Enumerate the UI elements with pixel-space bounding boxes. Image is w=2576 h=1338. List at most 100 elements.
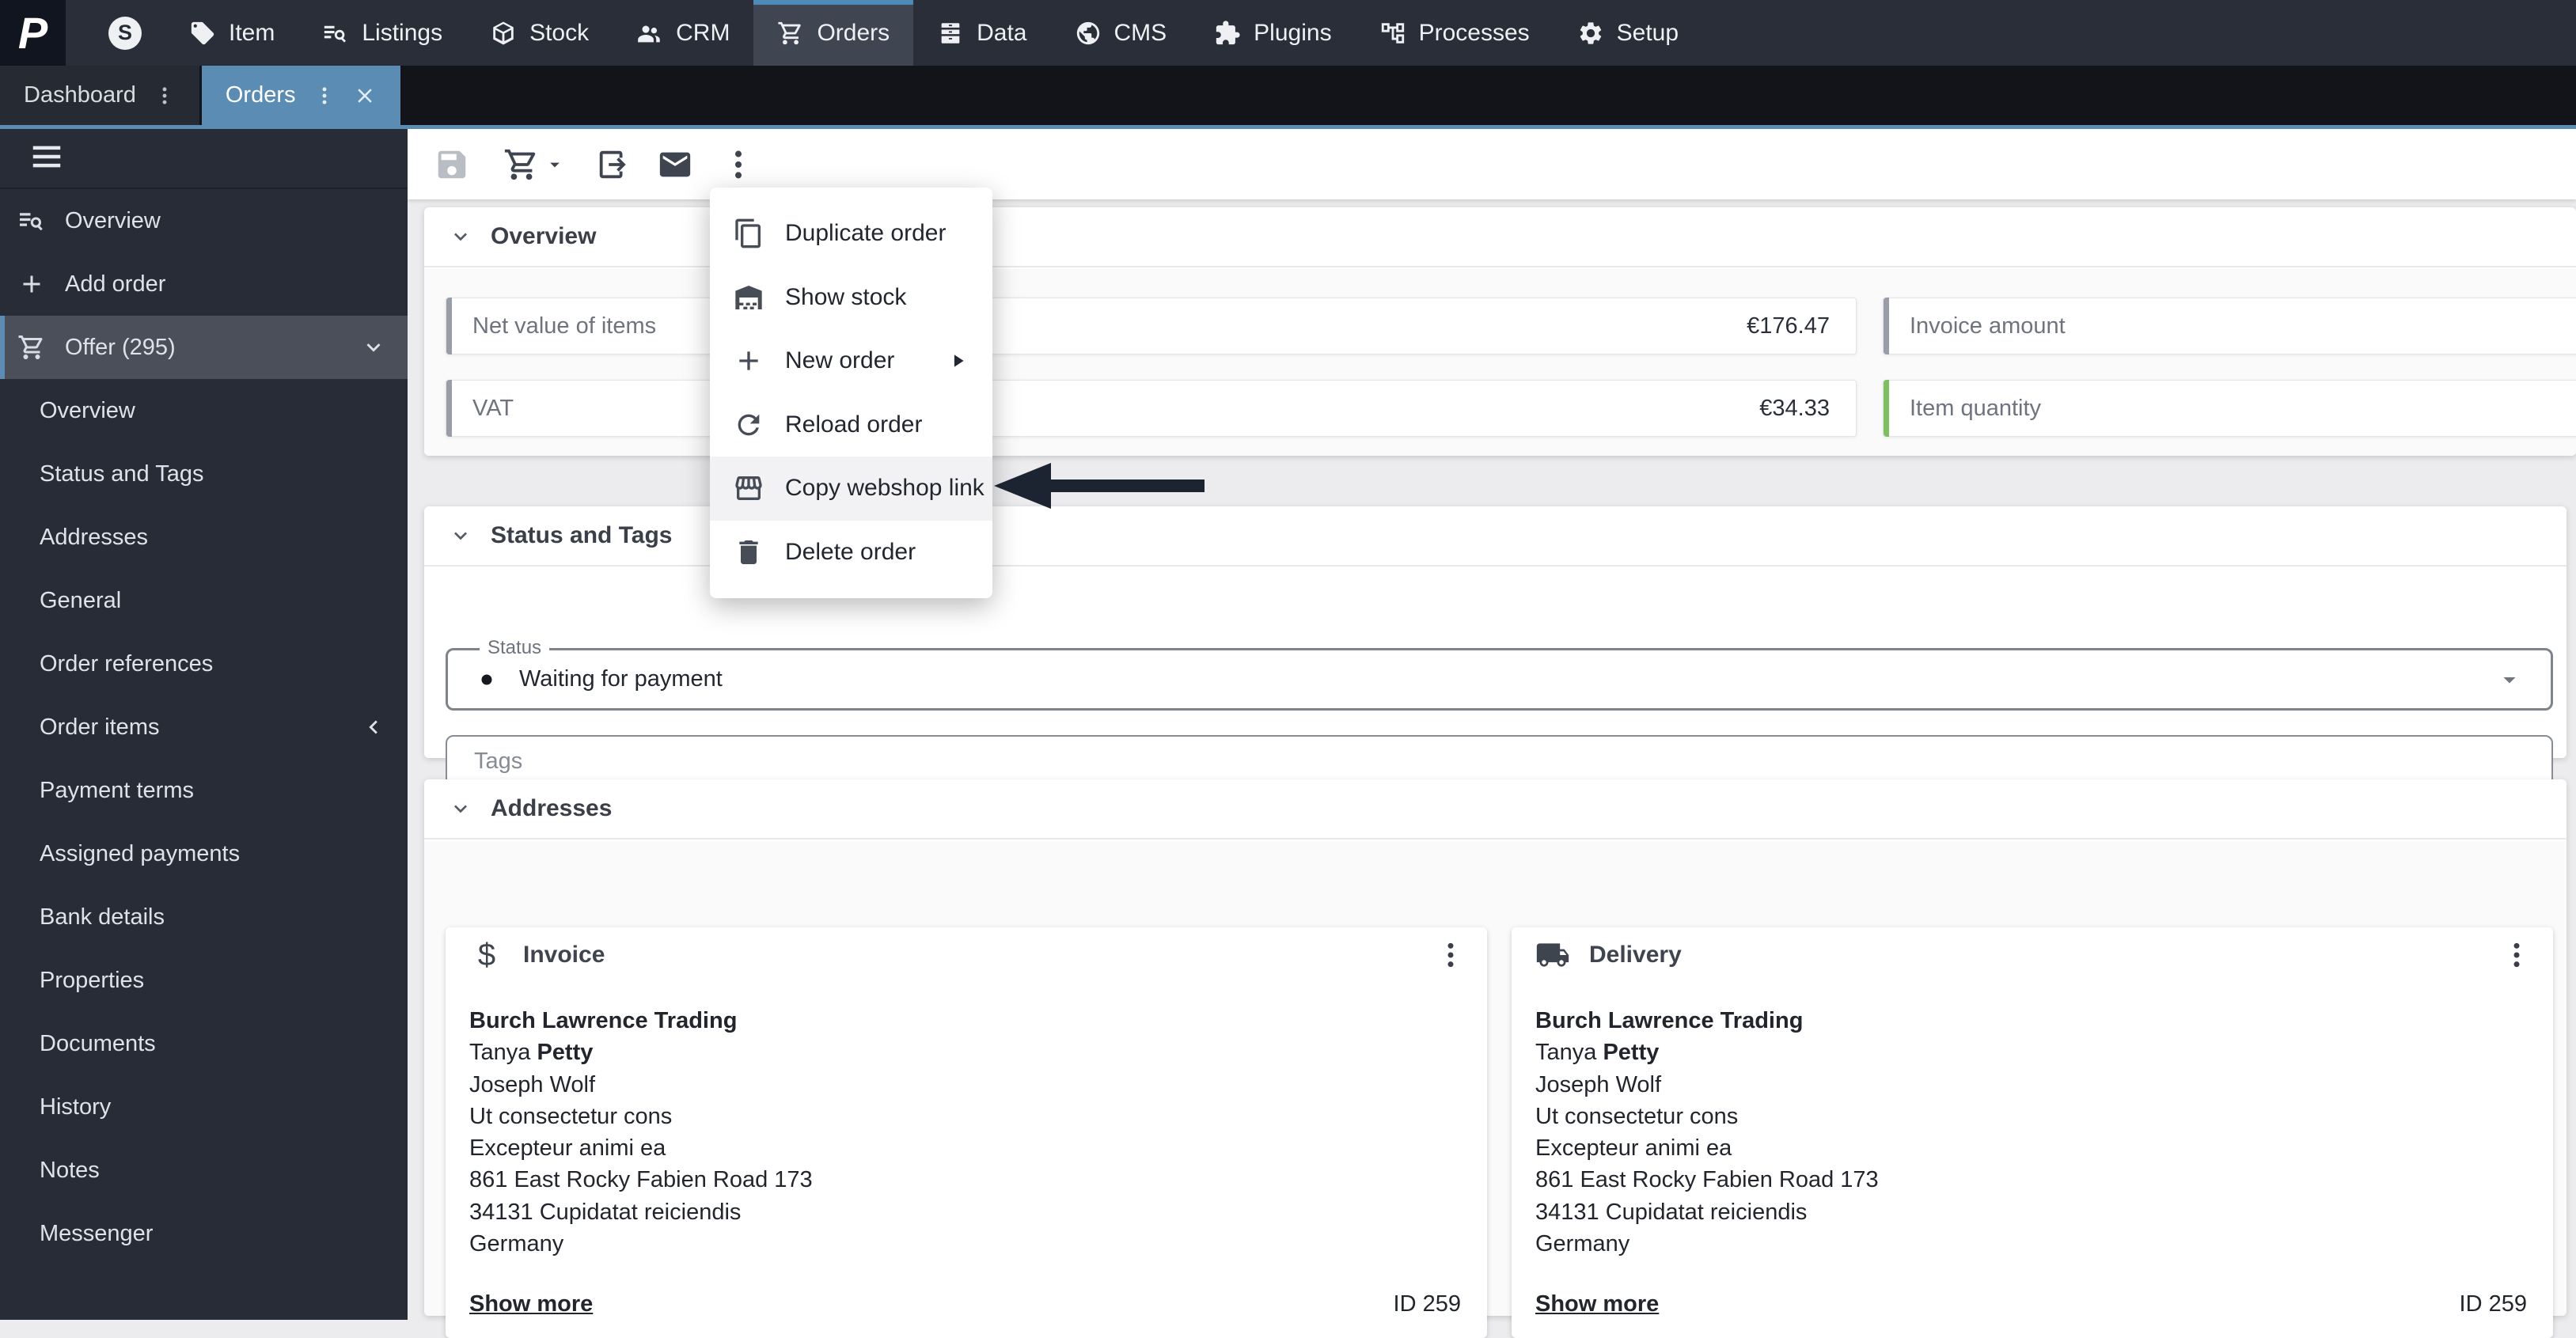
chevron-down-icon bbox=[448, 224, 473, 249]
nav-item-setup[interactable]: Setup bbox=[1554, 0, 1702, 66]
sidebar-item-label: Messenger bbox=[40, 1220, 154, 1246]
plugins-icon bbox=[1214, 20, 1241, 47]
address-block: Burch Lawrence Trading Tanya Petty Joseph … bbox=[1535, 1005, 1879, 1260]
nav-item-item[interactable]: Item bbox=[165, 0, 298, 66]
chevron-left-icon bbox=[360, 714, 387, 741]
close-icon[interactable] bbox=[353, 84, 377, 108]
toolbar-kebab-button[interactable] bbox=[719, 146, 757, 184]
nav-item-orders[interactable]: Orders bbox=[753, 0, 914, 66]
status-select[interactable]: Status Waiting for payment bbox=[446, 637, 2553, 711]
page: { "topnav": { "items": [ {"icon": "s-bad… bbox=[0, 0, 2576, 1338]
sidebar-item-label: Documents bbox=[40, 1030, 156, 1056]
sidebar-item-label: Overview bbox=[40, 397, 135, 423]
field-value: €34.33 bbox=[1759, 395, 1830, 421]
show-more-link[interactable]: Show more bbox=[1535, 1291, 1659, 1317]
plus-icon bbox=[733, 345, 764, 377]
sidebar-item-addresses[interactable]: Addresses bbox=[0, 506, 408, 569]
address-line: Excepteur animi ea bbox=[469, 1135, 666, 1162]
crm-icon bbox=[636, 20, 663, 47]
address-card-footer: Show more ID 259 bbox=[469, 1291, 1461, 1317]
data-icon bbox=[937, 20, 964, 47]
nav-item-listings[interactable]: Listings bbox=[298, 0, 466, 66]
show-more-link[interactable]: Show more bbox=[469, 1291, 593, 1317]
sidebar-item-assigned-payments[interactable]: Assigned payments bbox=[0, 822, 408, 885]
kebab-icon[interactable] bbox=[313, 85, 336, 107]
address-line: 34131 Cupidatat reiciendis bbox=[1535, 1199, 1808, 1225]
nav-item-data[interactable]: Data bbox=[913, 0, 1050, 66]
toolbar-mail-button[interactable] bbox=[656, 146, 694, 184]
field-label: Item quantity bbox=[1910, 395, 2042, 421]
dropdown-caret-icon[interactable] bbox=[2495, 665, 2524, 694]
nav-item-label: Item bbox=[229, 19, 275, 46]
view-tab-bar: Dashboard Orders bbox=[0, 66, 2576, 129]
sidebar-item-history[interactable]: History bbox=[0, 1075, 408, 1139]
sidebar-item-properties[interactable]: Properties bbox=[0, 949, 408, 1012]
sidebar-item-notes[interactable]: Notes bbox=[0, 1139, 408, 1202]
status-dot-icon bbox=[475, 668, 499, 692]
sidebar-item-label: Status and Tags bbox=[40, 461, 204, 487]
sidebar-item-general[interactable]: General bbox=[0, 569, 408, 632]
address-card-header: $ Invoice bbox=[469, 927, 1466, 983]
stock-icon bbox=[490, 20, 517, 47]
field-net-value-of-items: Net value of items €176.47 bbox=[446, 298, 1857, 354]
toolbar-export-button[interactable] bbox=[594, 146, 632, 184]
menu-item-copy-webshop-link[interactable]: Copy webshop link bbox=[710, 457, 992, 521]
kebab-icon[interactable] bbox=[154, 85, 176, 107]
address-line: 34131 Cupidatat reiciendis bbox=[469, 1199, 742, 1225]
warehouse-icon bbox=[733, 282, 764, 313]
nav-item-cms[interactable]: CMS bbox=[1051, 0, 1191, 66]
submenu-right-icon bbox=[947, 350, 969, 372]
sidebar-menu: Overview Add order Offer (295) Overview Stat… bbox=[0, 189, 408, 1265]
nav-item-label: Orders bbox=[817, 19, 890, 46]
sidebar-item-overview[interactable]: Overview bbox=[0, 189, 408, 252]
field-color-bar bbox=[446, 298, 452, 354]
sidebar-item-offer-295[interactable]: Offer (295) bbox=[0, 316, 408, 379]
address-line: Burch Lawrence Trading bbox=[1535, 1008, 1804, 1033]
nav-item-plugins[interactable]: Plugins bbox=[1190, 0, 1355, 66]
nav-item-crm[interactable]: CRM bbox=[613, 0, 753, 66]
sidebar-item-status-and-tags[interactable]: Status and Tags bbox=[0, 442, 408, 506]
card-kebab-icon[interactable] bbox=[2501, 939, 2532, 971]
nav-item-processes[interactable]: Processes bbox=[1356, 0, 1554, 66]
tab-dashboard[interactable]: Dashboard bbox=[0, 66, 199, 125]
address-line: Tanya Petty bbox=[1535, 1040, 1660, 1066]
nav-item-label: CMS bbox=[1113, 19, 1167, 46]
nav-item-s-badge[interactable]: S bbox=[85, 0, 165, 66]
sidebar-item-overview[interactable]: Overview bbox=[0, 379, 408, 442]
hamburger-menu-icon[interactable] bbox=[28, 138, 65, 179]
section-addresses-body: $ Invoice Burch Lawrence Trading Tanya Pett… bbox=[424, 841, 2567, 1338]
menu-item-duplicate-order[interactable]: Duplicate order bbox=[710, 202, 992, 266]
sidebar-item-documents[interactable]: Documents bbox=[0, 1012, 408, 1075]
sidebar-item-order-references[interactable]: Order references bbox=[0, 632, 408, 696]
app-logo[interactable]: P bbox=[0, 0, 66, 66]
menu-item-label: New order bbox=[785, 347, 895, 374]
sidebar-item-order-items[interactable]: Order items bbox=[0, 696, 408, 759]
status-value: Waiting for payment bbox=[519, 666, 723, 692]
menu-item-show-stock[interactable]: Show stock bbox=[710, 266, 992, 330]
sidebar-item-bank-details[interactable]: Bank details bbox=[0, 885, 408, 949]
nav-item-label: CRM bbox=[676, 19, 730, 46]
toolbar-caret-down-icon[interactable] bbox=[544, 146, 566, 184]
address-card-delivery: Delivery Burch Lawrence Trading Tanya Pett… bbox=[1512, 927, 2553, 1338]
address-card-title: Invoice bbox=[523, 942, 605, 968]
sidebar-item-payment-terms[interactable]: Payment terms bbox=[0, 759, 408, 822]
card-kebab-icon[interactable] bbox=[1435, 939, 1466, 971]
field-invoice-amount: Invoice amount bbox=[1883, 298, 2576, 354]
tab-orders[interactable]: Orders bbox=[201, 66, 400, 125]
address-line: Joseph Wolf bbox=[1535, 1071, 1662, 1097]
section-title: Overview bbox=[491, 223, 597, 249]
plus-icon bbox=[17, 270, 46, 298]
field-color-bar bbox=[1884, 380, 1889, 437]
top-app-bar: P S Item Listings Stock CRM Orders Data CMS Plug… bbox=[0, 0, 2576, 66]
menu-item-reload-order[interactable]: Reload order bbox=[710, 393, 992, 457]
section-addresses-header[interactable]: Addresses bbox=[424, 779, 2567, 840]
menu-item-new-order[interactable]: New order bbox=[710, 329, 992, 393]
toolbar-cart-button[interactable] bbox=[503, 146, 541, 184]
cms-icon bbox=[1075, 20, 1102, 47]
sidebar-item-messenger[interactable]: Messenger bbox=[0, 1202, 408, 1265]
cart-icon bbox=[17, 333, 46, 362]
menu-item-delete-order[interactable]: Delete order bbox=[710, 521, 992, 585]
sidebar-item-add-order[interactable]: Add order bbox=[0, 252, 408, 316]
tag-icon bbox=[189, 20, 216, 47]
nav-item-stock[interactable]: Stock bbox=[466, 0, 613, 66]
